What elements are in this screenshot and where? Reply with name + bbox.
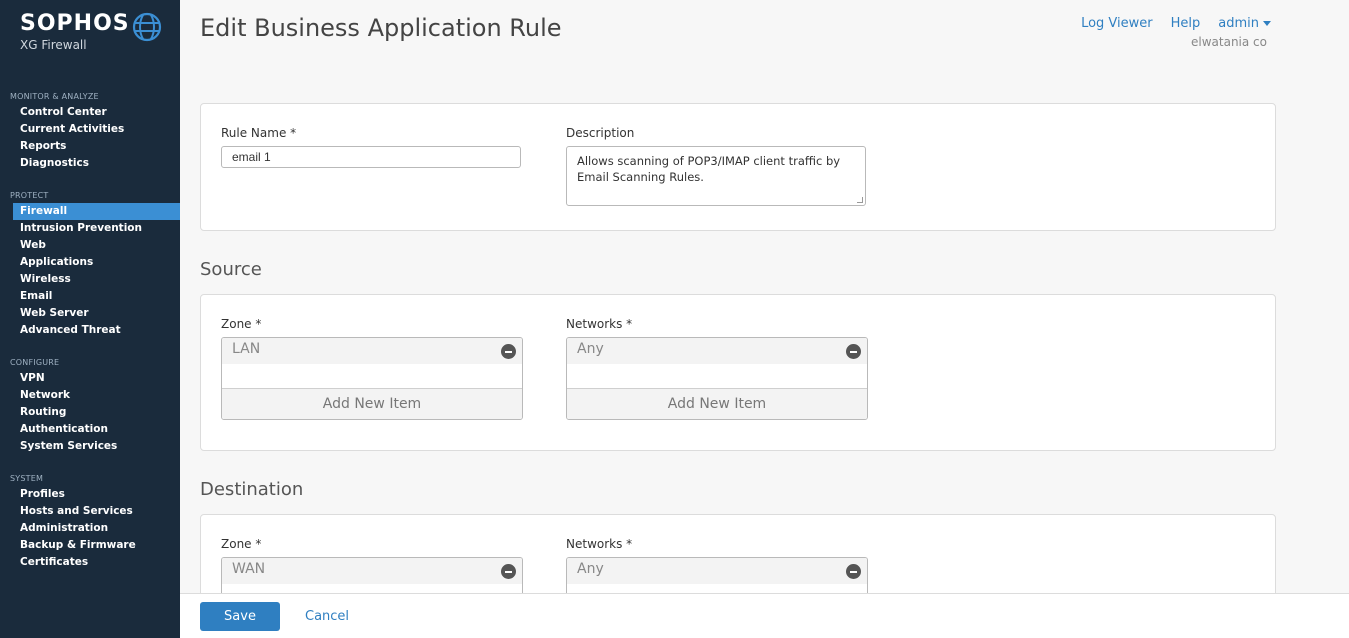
list-item: Any	[567, 338, 867, 364]
general-card: Rule Name * Description Allows scanning …	[200, 103, 1276, 231]
destination-zone-label: Zone *	[221, 537, 262, 551]
nav-item-network[interactable]: Network	[0, 387, 180, 404]
list-item: Any	[567, 558, 867, 584]
sidebar: SOPHOS XG Firewall MONITOR & ANALYZE Con…	[0, 0, 180, 638]
nav-item-advanced-threat[interactable]: Advanced Threat	[0, 322, 180, 339]
save-button[interactable]: Save	[200, 602, 280, 631]
nav-item-certificates[interactable]: Certificates	[0, 554, 180, 571]
destination-title: Destination	[200, 479, 304, 500]
nav-item-authentication[interactable]: Authentication	[0, 421, 180, 438]
description-text: Allows scanning of POP3/IMAP client traf…	[577, 154, 841, 184]
source-networks-label: Networks *	[566, 317, 633, 331]
nav-item-intrusion-prevention[interactable]: Intrusion Prevention	[0, 220, 180, 237]
nav-section-protect: PROTECT Firewall Intrusion Prevention We…	[0, 189, 180, 339]
nav-item-email[interactable]: Email	[0, 288, 180, 305]
product-name: XG Firewall	[20, 38, 87, 52]
source-networks-add-button[interactable]: Add New Item	[567, 388, 867, 419]
brand-name: SOPHOS	[20, 11, 130, 36]
nav-item-vpn[interactable]: VPN	[0, 370, 180, 387]
destination-networks-label: Networks *	[566, 537, 633, 551]
rule-name-label: Rule Name *	[221, 126, 297, 140]
nav-item-hosts-and-services[interactable]: Hosts and Services	[0, 503, 180, 520]
remove-icon[interactable]	[501, 564, 516, 579]
nav-item-administration[interactable]: Administration	[0, 520, 180, 537]
source-zone-add-button[interactable]: Add New Item	[222, 388, 522, 419]
org-name: elwatania co	[1191, 35, 1267, 49]
log-viewer-link[interactable]: Log Viewer	[1081, 16, 1153, 31]
nav-section-monitor: MONITOR & ANALYZE Control Center Current…	[0, 90, 180, 172]
nav-item-firewall[interactable]: Firewall	[13, 203, 180, 220]
source-networks-item: Any	[577, 341, 604, 357]
destination-networks-list: Any	[566, 557, 868, 597]
footer-bar: Save Cancel	[180, 593, 1349, 638]
remove-icon[interactable]	[846, 344, 861, 359]
nav-heading: MONITOR & ANALYZE	[10, 92, 99, 101]
remove-icon[interactable]	[501, 344, 516, 359]
top-links: Log Viewer Help admin	[1081, 16, 1271, 31]
nav-heading: CONFIGURE	[10, 358, 60, 367]
source-networks-list: Any Add New Item	[566, 337, 868, 420]
cancel-button[interactable]: Cancel	[305, 609, 349, 624]
nav-item-diagnostics[interactable]: Diagnostics	[0, 155, 180, 172]
destination-zone-item: WAN	[232, 561, 266, 577]
resize-grip-icon[interactable]	[857, 197, 863, 203]
user-name: admin	[1218, 16, 1259, 31]
nav-item-profiles[interactable]: Profiles	[0, 486, 180, 503]
nav-item-web[interactable]: Web	[0, 237, 180, 254]
nav-item-control-center[interactable]: Control Center	[0, 104, 180, 121]
nav-heading: PROTECT	[10, 191, 49, 200]
destination-zone-list: WAN	[221, 557, 523, 597]
source-card: Zone * LAN Add New Item Networks * Any A…	[200, 294, 1276, 451]
nav-section-configure: CONFIGURE VPN Network Routing Authentica…	[0, 356, 180, 455]
page-title: Edit Business Application Rule	[200, 14, 562, 42]
user-menu[interactable]: admin	[1218, 16, 1271, 31]
nav-item-web-server[interactable]: Web Server	[0, 305, 180, 322]
nav-item-applications[interactable]: Applications	[0, 254, 180, 271]
brand-logo[interactable]: SOPHOS XG Firewall	[20, 10, 162, 52]
help-link[interactable]: Help	[1171, 16, 1201, 31]
nav-section-system: SYSTEM Profiles Hosts and Services Admin…	[0, 472, 180, 571]
nav-heading: SYSTEM	[10, 474, 44, 483]
nav-item-backup-firmware[interactable]: Backup & Firmware	[0, 537, 180, 554]
source-title: Source	[200, 259, 262, 280]
source-zone-label: Zone *	[221, 317, 262, 331]
nav-item-current-activities[interactable]: Current Activities	[0, 121, 180, 138]
caret-down-icon	[1263, 21, 1271, 26]
destination-networks-item: Any	[577, 561, 604, 577]
source-zone-item: LAN	[232, 341, 261, 357]
nav-item-wireless[interactable]: Wireless	[0, 271, 180, 288]
list-item: LAN	[222, 338, 522, 364]
globe-icon	[132, 12, 162, 42]
remove-icon[interactable]	[846, 564, 861, 579]
nav-item-system-services[interactable]: System Services	[0, 438, 180, 455]
nav-item-routing[interactable]: Routing	[0, 404, 180, 421]
description-label: Description	[566, 126, 635, 140]
nav-item-reports[interactable]: Reports	[0, 138, 180, 155]
source-zone-list: LAN Add New Item	[221, 337, 523, 420]
description-textarea[interactable]: Allows scanning of POP3/IMAP client traf…	[566, 146, 866, 206]
rule-name-input[interactable]	[221, 146, 521, 168]
list-item: WAN	[222, 558, 522, 584]
